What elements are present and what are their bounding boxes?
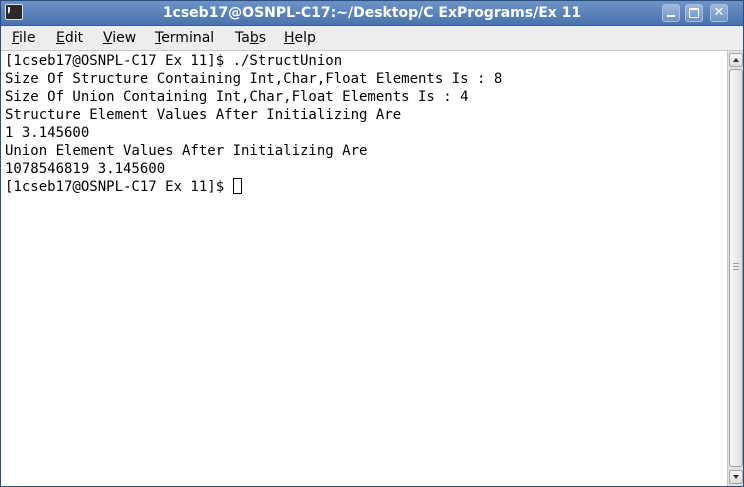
- grip-line: [733, 266, 739, 267]
- grip-line: [733, 263, 739, 264]
- menu-edit-mnemonic: E: [56, 30, 65, 46]
- minimize-button[interactable]: [662, 4, 680, 22]
- menu-tabs-label-pre: Ta: [235, 30, 250, 46]
- maximize-icon: [689, 8, 699, 18]
- scrollbar-thumb[interactable]: [729, 69, 743, 467]
- terminal-line: [1cseb17@OSNPL-C17 Ex 11]$ ./StructUnion: [5, 53, 343, 69]
- menu-tabs[interactable]: Tabs: [235, 29, 266, 47]
- terminal-line: 1078546819 3.145600: [5, 161, 166, 177]
- menu-edit[interactable]: Edit: [56, 29, 83, 47]
- menu-file[interactable]: File: [12, 29, 35, 47]
- grip-line: [733, 269, 739, 270]
- terminal-line: Structure Element Values After Initializ…: [5, 107, 402, 123]
- terminal-prompt: [1cseb17@OSNPL-C17 Ex 11]$: [5, 179, 233, 195]
- menu-view-label: iew: [112, 30, 137, 46]
- menu-tabs-label: s: [258, 30, 267, 46]
- close-button[interactable]: ✕: [710, 4, 728, 22]
- close-icon: ✕: [713, 5, 725, 20]
- menu-tabs-mnemonic: b: [249, 30, 259, 46]
- menu-edit-label: dit: [64, 30, 84, 46]
- vertical-scrollbar[interactable]: [727, 51, 743, 486]
- terminal-cursor: [232, 178, 242, 194]
- terminal-prompt-line[interactable]: [1cseb17@OSNPL-C17 Ex 11]$: [5, 178, 242, 196]
- menu-file-label: ile: [19, 30, 36, 46]
- terminal-line: 1 3.145600: [5, 125, 90, 141]
- scroll-up-icon[interactable]: [729, 53, 743, 67]
- menu-help[interactable]: Help: [284, 29, 316, 47]
- menu-file-mnemonic: F: [12, 30, 20, 46]
- terminal-window: 1cseb17@OSNPL-C17:~/Desktop/C ExPrograms…: [0, 0, 744, 487]
- minimize-icon: [667, 15, 675, 17]
- terminal-output[interactable]: [1cseb17@OSNPL-C17 Ex 11]$ ./StructUnion…: [1, 51, 727, 486]
- terminal-line: Union Element Values After Initializing …: [5, 143, 368, 159]
- maximize-button[interactable]: [685, 4, 703, 22]
- terminal-line: Size Of Structure Containing Int,Char,Fl…: [5, 71, 503, 87]
- menu-view[interactable]: View: [103, 29, 136, 47]
- scroll-down-icon[interactable]: [729, 470, 743, 484]
- title-bar[interactable]: 1cseb17@OSNPL-C17:~/Desktop/C ExPrograms…: [1, 1, 743, 26]
- menu-help-label: elp: [294, 30, 316, 46]
- menu-view-mnemonic: V: [103, 30, 113, 46]
- menu-terminal-label: erminal: [161, 30, 215, 46]
- terminal-line: Size Of Union Containing Int,Char,Float …: [5, 89, 469, 105]
- window-title: 1cseb17@OSNPL-C17:~/Desktop/C ExPrograms…: [162, 5, 582, 21]
- menu-bar: File Edit View Terminal Tabs Help: [1, 26, 743, 51]
- menu-help-mnemonic: H: [284, 30, 295, 46]
- menu-terminal[interactable]: Terminal: [155, 29, 214, 47]
